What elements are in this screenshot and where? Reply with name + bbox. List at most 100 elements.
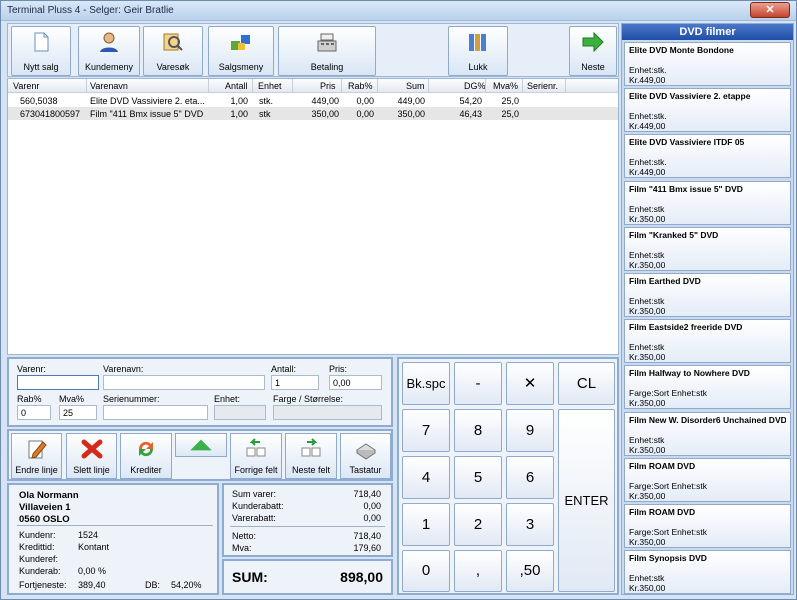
cell-pris: 350,00 (311, 109, 339, 119)
kunderabatt-value: 0,00 (363, 501, 381, 511)
fifty-ore-key[interactable]: ,50 (506, 550, 554, 592)
antall-input[interactable] (271, 375, 319, 390)
col-varenr[interactable]: Varenr (13, 81, 39, 91)
dvd-price: Kr.350,00 (629, 213, 666, 224)
key-0[interactable]: 0 (402, 550, 450, 592)
dvd-unit: Enhet:stk (629, 573, 665, 584)
krediter-button[interactable]: Krediter (120, 433, 172, 479)
lukk-button[interactable]: Lukk (448, 26, 508, 76)
col-serienr[interactable]: Serienr. (527, 81, 558, 91)
netto-value: 718,40 (353, 531, 381, 541)
title-bar: Terminal Pluss 4 - Selger: Geir Bratlie … (1, 1, 796, 21)
rab-input[interactable] (17, 405, 51, 420)
serienummer-label: Serienummer: (103, 394, 160, 404)
col-rab[interactable]: Rab% (348, 81, 373, 91)
customer-name: Ola Normann (19, 490, 79, 501)
slett-linje-button[interactable]: Slett linje (66, 433, 117, 479)
col-mva[interactable]: Mva% (493, 81, 518, 91)
dvd-unit: Farge:Sort Enhet:stk (629, 388, 707, 399)
col-enhet[interactable]: Enhet (258, 81, 282, 91)
pris-label: Pris: (329, 364, 347, 374)
nytt-salg-button[interactable]: Nytt salg (11, 26, 71, 76)
key-7[interactable]: 7 (402, 409, 450, 452)
key-1[interactable]: 1 (402, 503, 450, 546)
betaling-button[interactable]: Betaling (278, 26, 376, 76)
col-sum[interactable]: Sum (406, 81, 425, 91)
enter-key[interactable]: ENTER (558, 409, 615, 592)
dvd-name: Elite DVD Vassiviere 2. etappe (629, 91, 751, 102)
key-3[interactable]: 3 (506, 503, 554, 546)
table-header: Varenr Varenavn Antall Enhet Pris Rab% S… (8, 79, 618, 93)
key-6[interactable]: 6 (506, 456, 554, 499)
dvd-unit: Enhet:stk (629, 296, 665, 306)
salgsmeny-button[interactable]: Salgsmeny (208, 26, 274, 76)
table-row[interactable]: 560,5038 Elite DVD Vassiviere 2. eta... … (8, 94, 618, 107)
dvd-product-button[interactable]: Elite DVD Monte Bondone Enhet:stk. Kr.449,… (624, 42, 791, 86)
kundemeny-button[interactable]: Kundemeny (78, 26, 140, 76)
neste-felt-button[interactable]: Neste felt (285, 433, 337, 479)
dvd-product-button[interactable]: Film New W. Disorder6 Unchained DVD Enhet… (624, 411, 791, 456)
dvd-product-button[interactable]: Elite DVD Vassiviere ITDF 05 Enhet:stk. Kr… (624, 134, 791, 179)
endre-linje-button[interactable]: Endre linje (11, 433, 62, 479)
cell-mva: 25,0 (501, 109, 519, 119)
mva-input[interactable] (59, 405, 97, 420)
tastatur-button[interactable]: Tastatur (340, 433, 391, 479)
dvd-name: Film New W. Disorder6 Unchained DVD (629, 414, 786, 425)
key-8[interactable]: 8 (454, 409, 502, 452)
dvd-unit: Enhet:stk. (629, 111, 667, 122)
dvd-product-button[interactable]: Film "411 Bmx issue 5" DVD Enhet:stk Kr.35… (624, 180, 791, 225)
close-button[interactable]: ✕ (750, 2, 790, 18)
dvd-price: Kr.350,00 (629, 259, 666, 270)
col-antall[interactable]: Antall (225, 81, 248, 91)
table-row[interactable]: 673041800597 Film "411 Bmx issue 5" DVD … (8, 107, 618, 120)
dvd-name: Film Eastside2 freeride DVD (629, 322, 743, 333)
col-pris[interactable]: Pris (320, 81, 336, 91)
dvd-product-button[interactable]: Film Synopsis DVD Enhet:stk Kr.350,00 (624, 550, 791, 595)
cell-sum: 350,00 (397, 109, 425, 119)
kredittid-label: Kredittid: (19, 542, 55, 552)
dvd-unit: Farge:Sort Enhet:stk (629, 480, 707, 491)
varenr-input[interactable] (17, 375, 99, 390)
dvd-price: Kr.449,00 (629, 167, 666, 178)
pris-input[interactable] (329, 375, 382, 390)
forrige-felt-button[interactable]: Forrige felt (230, 433, 282, 479)
key-9[interactable]: 9 (506, 409, 554, 452)
dvd-product-button[interactable]: Film Earthed DVD Enhet:stk Kr.350,00 (624, 273, 791, 317)
key-4[interactable]: 4 (402, 456, 450, 499)
dvd-price: Kr.449,00 (629, 75, 666, 85)
key-2[interactable]: 2 (454, 503, 502, 546)
nytt-salg-label: Nytt salg (23, 62, 59, 72)
varesok-button[interactable]: Varesøk (143, 26, 203, 76)
serienummer-input[interactable] (103, 405, 208, 420)
krediter-label: Krediter (130, 465, 162, 475)
dvd-product-button[interactable]: Film ROAM DVD Farge:Sort Enhet:stk Kr.350,… (624, 457, 791, 502)
varenavn-input[interactable] (103, 375, 265, 390)
dvd-unit: Enhet:stk (629, 249, 665, 260)
dvd-product-button[interactable]: Elite DVD Vassiviere 2. etappe Enhet:stk.… (624, 88, 791, 133)
kundenr-label: Kundenr: (19, 530, 56, 540)
clear-key[interactable]: CL (558, 362, 615, 405)
dvd-product-button[interactable]: Film "Kranked 5" DVD Enhet:stk Kr.350,00 (624, 226, 791, 271)
scroll-up-button[interactable] (175, 433, 227, 457)
refresh-icon (138, 441, 154, 457)
varesok-label: Varesøk (156, 62, 190, 72)
minus-key[interactable]: - (454, 362, 502, 405)
dvd-price: Kr.350,00 (629, 306, 666, 316)
neste-button[interactable]: Neste (569, 26, 617, 76)
dvd-product-button[interactable]: Film ROAM DVD Farge:Sort Enhet:stk Kr.350,… (624, 504, 791, 548)
dvd-product-button[interactable]: Film Halfway to Nowhere DVD Farge:Sort En… (624, 365, 791, 410)
multiply-key[interactable]: ✕ (506, 362, 554, 405)
col-varenavn[interactable]: Varenavn (90, 81, 128, 91)
arrow-right-icon (582, 31, 604, 53)
key-5[interactable]: 5 (454, 456, 502, 499)
col-dg[interactable]: DG% (464, 81, 486, 91)
neste-label: Neste (581, 62, 605, 72)
comma-key[interactable]: , (454, 550, 502, 592)
cell-mva: 25,0 (501, 96, 519, 106)
numeric-keypad: Bk.spc - ✕ CL 7 8 9 4 5 6 1 2 3 0 , ,50 … (397, 357, 619, 595)
neste-felt-label: Neste felt (291, 465, 331, 475)
varenr-label: Varenr: (17, 364, 46, 374)
backspace-key[interactable]: Bk.spc (402, 362, 450, 405)
cell-rab: 0,00 (356, 109, 374, 119)
dvd-product-button[interactable]: Film Eastside2 freeride DVD Enhet:stk Kr.3… (624, 319, 791, 364)
